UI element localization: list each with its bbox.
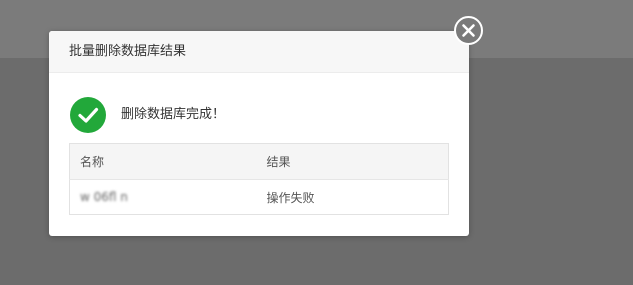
database-name: w 06fl n xyxy=(80,190,128,204)
result-cell: 操作失败 xyxy=(266,190,315,205)
table-header-row: 名称 结果 xyxy=(69,143,449,180)
result-table: 名称 结果 w 06fl n 操作失败 xyxy=(69,143,449,215)
table-row: w 06fl n 操作失败 xyxy=(70,180,449,215)
check-circle-icon xyxy=(70,97,106,133)
dialog-header: 批量删除数据库结果 xyxy=(49,31,469,73)
close-button[interactable] xyxy=(454,16,483,45)
close-icon xyxy=(462,24,475,37)
batch-delete-result-dialog: 批量删除数据库结果 删除数据库完成！ 名称 结果 w 06fl n 操作失败 xyxy=(49,16,483,236)
column-header-result: 结果 xyxy=(256,143,449,180)
status-message: 删除数据库完成！ xyxy=(121,107,226,122)
database-name-cell: w 06fl n xyxy=(70,180,257,215)
dialog-title: 批量删除数据库结果 xyxy=(69,44,187,59)
column-header-name: 名称 xyxy=(69,143,257,180)
